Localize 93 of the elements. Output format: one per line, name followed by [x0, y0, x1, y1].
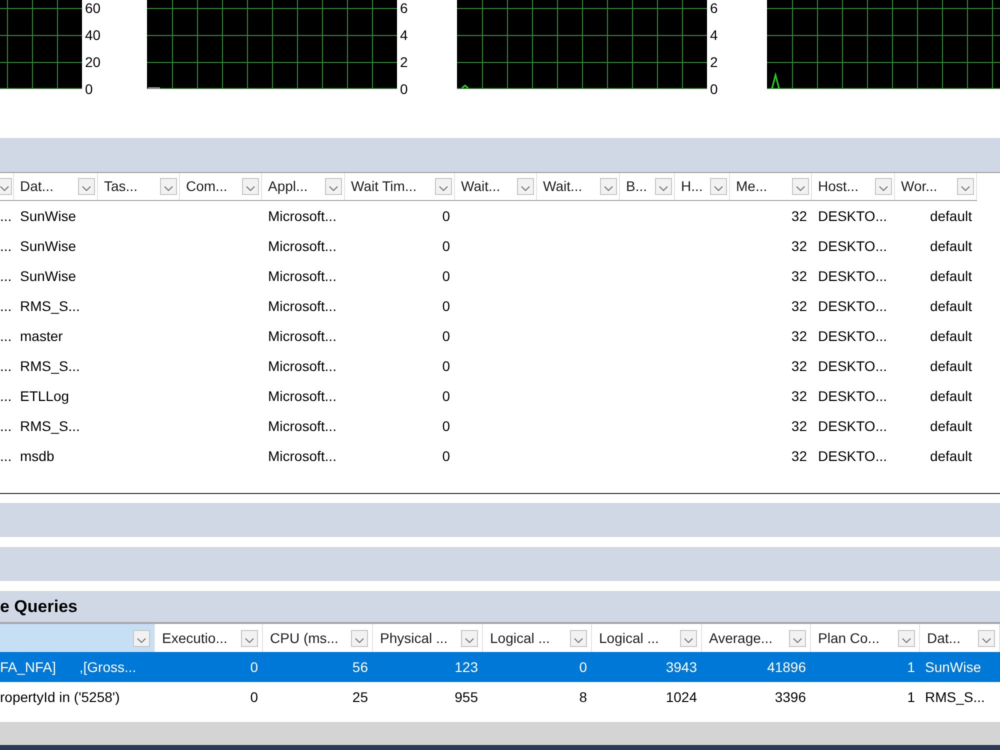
plan-count-value: 1	[907, 688, 915, 706]
application-name: Microsoft...	[268, 296, 336, 316]
truncated-text: ...	[0, 236, 12, 256]
memory-value: 32	[791, 206, 807, 226]
workload-group-name: default	[930, 356, 972, 376]
axis-tick-label: 2	[400, 55, 409, 69]
database-name: RMS_S...	[20, 356, 80, 376]
host-name: DESKTO...	[818, 296, 887, 316]
axis-tick-label: 60	[85, 1, 102, 15]
truncated-text: ...	[0, 326, 12, 346]
workload-group-name: default	[930, 386, 972, 406]
database-name: SunWise	[20, 206, 76, 226]
axis-tick-label: 0	[400, 82, 409, 96]
memory-value: 32	[791, 326, 807, 346]
logical-reads-value: 1024	[666, 688, 697, 706]
workload-group-name: default	[930, 416, 972, 436]
memory-value: 32	[791, 356, 807, 376]
memory-value: 32	[791, 446, 807, 466]
wait-time-value: 0	[442, 416, 450, 436]
wait-time-value: 0	[442, 356, 450, 376]
logical-writes-value: 0	[579, 658, 587, 676]
axis-tick-label: 6	[710, 1, 719, 15]
axis-tick-label: 4	[710, 28, 719, 42]
workload-group-name: default	[930, 266, 972, 286]
memory-value: 32	[791, 296, 807, 316]
memory-value: 32	[791, 236, 807, 256]
logical-writes-value: 8	[579, 688, 587, 706]
host-name: DESKTO...	[818, 356, 887, 376]
memory-value: 32	[791, 416, 807, 436]
executions-value: 0	[250, 658, 258, 676]
axis-tick-label: 20	[85, 55, 102, 69]
axis-tick-label: 0	[710, 82, 719, 96]
memory-value: 32	[791, 266, 807, 286]
truncated-text: ...	[0, 206, 12, 226]
axis-tick-label: 6	[400, 1, 409, 15]
application-name: Microsoft...	[268, 356, 336, 376]
wait-time-value: 0	[442, 446, 450, 466]
memory-value: 32	[791, 386, 807, 406]
host-name: DESKTO...	[818, 266, 887, 286]
truncated-text: ...	[0, 296, 12, 316]
axis-tick-label: 40	[85, 28, 102, 42]
truncated-text: ...	[0, 446, 12, 466]
database-name: SunWise	[20, 236, 76, 256]
truncated-text: ...	[0, 416, 12, 436]
wait-time-value: 0	[442, 326, 450, 346]
wait-time-value: 0	[442, 266, 450, 286]
database-name: RMS_S...	[20, 296, 80, 316]
workload-group-name: default	[930, 296, 972, 316]
wait-time-value: 0	[442, 386, 450, 406]
truncated-text: ...	[0, 266, 12, 286]
axis-tick-label: 4	[400, 28, 409, 42]
application-name: Microsoft...	[268, 416, 336, 436]
axis-tick-label: 0	[85, 82, 94, 96]
database-name: RMS_S...	[925, 688, 985, 707]
application-name: Microsoft...	[268, 236, 336, 256]
average-duration-value: 41896	[767, 658, 806, 676]
host-name: DESKTO...	[818, 236, 887, 256]
physical-reads-value: 123	[454, 658, 478, 676]
workload-group-name: default	[930, 206, 972, 226]
query-text: ropertyId in ('5258')	[0, 688, 120, 707]
cpu-time-value: 25	[352, 688, 368, 706]
database-name: SunWise	[20, 266, 76, 286]
workload-group-name: default	[930, 326, 972, 346]
host-name: DESKTO...	[818, 446, 887, 466]
application-name: Microsoft...	[268, 446, 336, 466]
wait-time-value: 0	[442, 236, 450, 256]
database-name: SunWise	[925, 658, 982, 676]
database-name: RMS_S...	[20, 416, 80, 436]
truncated-text: ...	[0, 356, 12, 376]
cpu-time-value: 56	[352, 658, 368, 676]
wait-time-value: 0	[442, 206, 450, 226]
database-name: ETLLog	[20, 386, 70, 406]
workload-group-name: default	[930, 236, 972, 256]
axis-tick-label: 2	[710, 55, 719, 69]
application-name: Microsoft...	[268, 266, 336, 286]
workload-group-name: default	[930, 446, 972, 466]
application-name: Microsoft...	[268, 386, 336, 406]
host-name: DESKTO...	[818, 416, 887, 436]
database-name: msdb	[20, 446, 54, 466]
database-name: master	[20, 326, 63, 346]
host-name: DESKTO...	[818, 206, 887, 226]
host-name: DESKTO...	[818, 386, 887, 406]
executions-value: 0	[250, 688, 258, 706]
application-name: Microsoft...	[268, 326, 336, 346]
application-name: Microsoft...	[268, 206, 336, 226]
plan-count-value: 1	[907, 658, 915, 676]
truncated-text: ...	[0, 386, 12, 406]
query-text: FA_NFA] ,[Gross...	[0, 658, 136, 677]
average-duration-value: 3396	[774, 688, 806, 706]
host-name: DESKTO...	[818, 326, 887, 346]
wait-time-value: 0	[442, 296, 450, 316]
physical-reads-value: 955	[454, 688, 478, 706]
logical-reads-value: 3943	[666, 658, 697, 676]
